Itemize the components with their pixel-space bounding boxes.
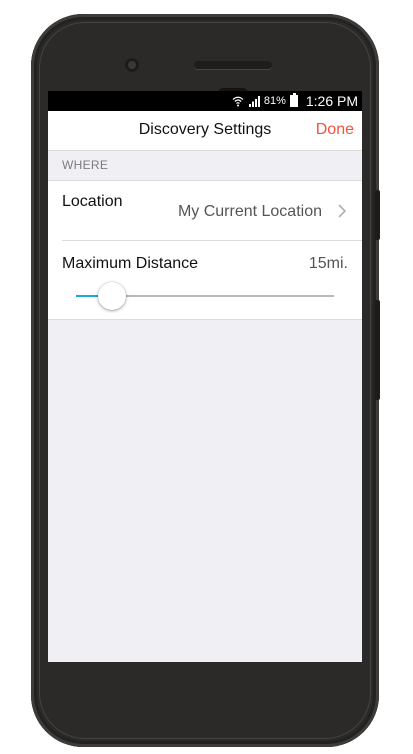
max-distance-value: 15mi. — [308, 255, 348, 272]
top-speaker-grille — [194, 61, 272, 69]
app-screen: 81% 1:26 PM Discovery Settings Done WHER… — [48, 91, 362, 662]
max-distance-row: Maximum Distance 15mi. — [48, 241, 362, 319]
volume-button — [375, 300, 380, 400]
clock: 1:26 PM — [305, 93, 358, 109]
wifi-icon — [232, 96, 244, 107]
battery-percent: 81% — [263, 95, 286, 107]
location-value: My Current Location — [177, 203, 322, 220]
chevron-right-icon — [338, 204, 347, 218]
done-button[interactable]: Done — [316, 111, 354, 150]
section-header-where: WHERE — [48, 151, 362, 181]
settings-group: Location My Current Location Maximum Dis… — [48, 181, 362, 320]
location-row[interactable]: Location My Current Location — [48, 181, 362, 240]
battery-icon — [289, 93, 298, 107]
max-distance-slider[interactable] — [76, 282, 334, 310]
signal-icon — [248, 96, 260, 107]
front-camera — [125, 58, 139, 72]
slider-thumb[interactable] — [98, 282, 127, 310]
location-label: Location — [62, 193, 123, 210]
nav-bar: Discovery Settings Done — [48, 111, 362, 151]
power-button — [375, 190, 380, 240]
status-bar: 81% 1:26 PM — [48, 91, 362, 111]
max-distance-label: Maximum Distance — [62, 255, 199, 272]
